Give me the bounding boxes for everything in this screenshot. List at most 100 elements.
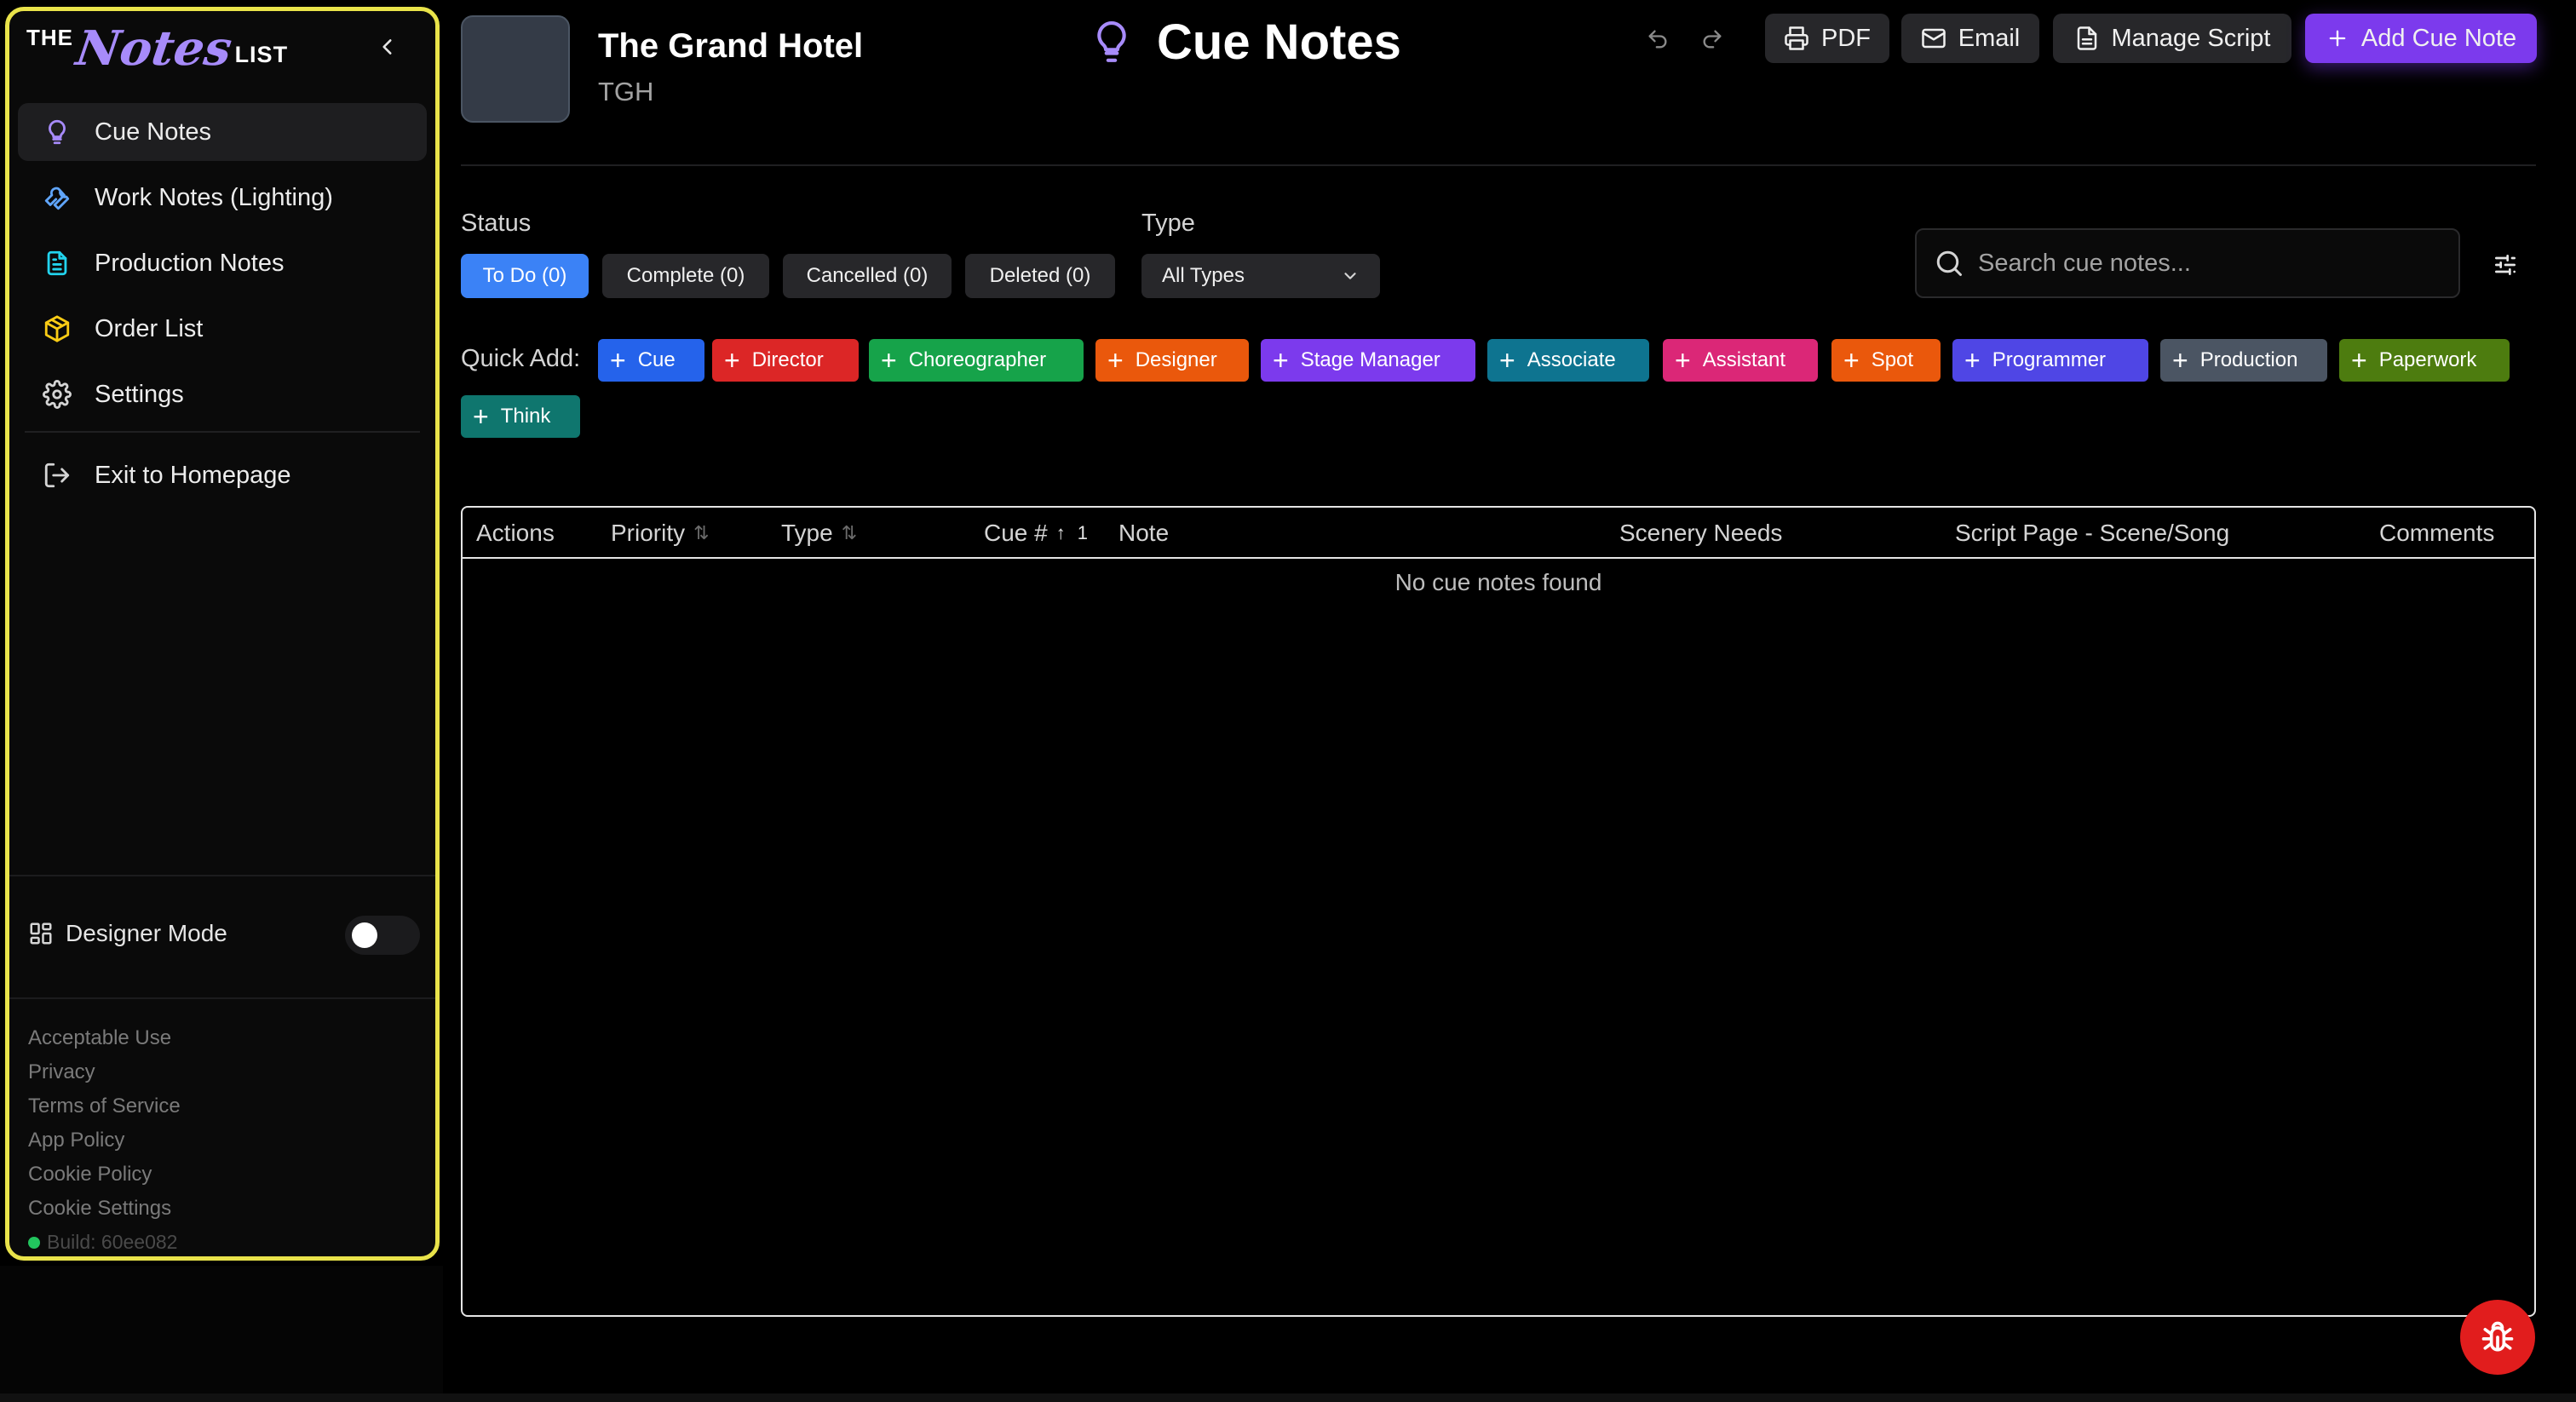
sidebar-item-production-notes[interactable]: Production Notes [18,234,427,292]
quick-add-label: Director [751,348,824,371]
app-logo[interactable]: THE Notes LIST [26,16,288,81]
footer-link-acceptable-use[interactable]: Acceptable Use [28,1021,181,1055]
column-label: Actions [476,520,555,546]
quick-add-label: Spot [1871,348,1914,371]
sidebar-divider [9,875,435,876]
plus-icon: + [473,401,489,432]
quick-add-paperwork-button[interactable]: + Paperwork [2339,339,2510,382]
show-thumbnail[interactable] [461,15,570,123]
add-cue-note-label: Add Cue Note [2360,24,2517,52]
quick-add-director-button[interactable]: + Director [712,339,859,382]
quick-add-label: Stage Manager [1300,348,1440,371]
document-icon [40,246,74,280]
status-filter-complete[interactable]: Complete (0) [602,254,769,298]
exit-label: Exit to Homepage [95,461,291,489]
column-note: Note [1118,520,1169,547]
mail-icon [1921,28,1946,49]
quick-add-choreographer-button[interactable]: + Choreographer [869,339,1084,382]
sidebar-item-order-list[interactable]: Order List [18,300,427,358]
sidebar-item-cue-notes[interactable]: Cue Notes [18,103,427,161]
column-priority[interactable]: Priority ⇅ [611,520,710,547]
quick-add-programmer-button[interactable]: + Programmer [1952,339,2148,382]
email-button[interactable]: Email [1901,14,2039,63]
report-bug-button[interactable] [2460,1300,2535,1375]
footer-link-app-policy[interactable]: App Policy [28,1123,181,1158]
type-filter-value: All Types [1162,264,1245,287]
sidebar-bottom [0,1266,443,1402]
sidebar-item-label: Production Notes [95,249,285,277]
column-cue-number[interactable]: Cue # ↑ 1 [984,520,1088,547]
undo-icon [1648,30,1667,49]
sidebar-item-label: Cue Notes [95,118,212,146]
status-filter-todo[interactable]: To Do (0) [461,254,589,298]
plus-icon: + [881,345,897,376]
redo-button[interactable] [1693,22,1731,56]
plus-icon: + [1675,345,1691,376]
pdf-label: PDF [1821,24,1871,52]
empty-state: No cue notes found [1394,569,1602,595]
quick-add-assistant-button[interactable]: + Assistant [1663,339,1818,382]
quick-add-label: Production [2199,348,2298,371]
sort-icon: ⇅ [693,522,710,543]
window-bottom-edge [0,1393,2576,1402]
quick-add-production-button[interactable]: + Production [2160,339,2327,382]
sidebar-item-label: Settings [95,380,184,408]
footer-link-terms[interactable]: Terms of Service [28,1089,181,1123]
plus-icon: + [2172,345,2188,376]
quick-add-associate-button[interactable]: + Associate [1487,339,1649,382]
layout-grid-icon [30,922,52,945]
footer-links: Acceptable Use Privacy Terms of Service … [28,1021,181,1226]
quick-add-label: Cue [637,348,676,371]
table-header: Actions Priority ⇅ Type ⇅ Cue # ↑ 1 Note Sce… [463,508,2534,559]
sidebar-item-work-notes[interactable]: Work Notes (Lighting) [18,169,427,227]
sidebar-nav: Cue Notes Work Notes (Lighting) Producti… [18,103,427,512]
column-type[interactable]: Type ⇅ [781,520,857,547]
show-abbreviation: TGH [598,77,654,106]
manage-script-label: Manage Script [2111,24,2271,52]
designer-mode-label: Designer Mode [66,920,227,946]
header-divider [461,164,2536,166]
quick-add-label: Designer [1135,348,1217,371]
status-filter-deleted[interactable]: Deleted (0) [965,254,1115,298]
column-label: Cue # [984,520,1048,546]
logo-the: THE [26,25,73,50]
footer-link-privacy[interactable]: Privacy [28,1055,181,1089]
column-label: Comments [2379,520,2495,546]
sidebar-item-label: Work Notes (Lighting) [95,183,333,211]
undo-button[interactable] [1639,22,1676,56]
quick-add-designer-button[interactable]: + Designer [1095,339,1249,382]
sidebar-item-settings[interactable]: Settings [18,365,427,423]
column-label: Scenery Needs [1619,520,1783,546]
status-filter-cancelled[interactable]: Cancelled (0) [783,254,952,298]
type-filter-select[interactable]: All Types [1141,254,1380,298]
column-label: Priority [611,520,686,546]
type-filter-label: Type [1141,210,1195,237]
quick-add-think-button[interactable]: + Think [461,395,580,438]
chevron-down-icon [1344,273,1356,279]
exit-to-homepage-link[interactable]: Exit to Homepage [18,446,427,504]
collapse-sidebar-button[interactable] [371,30,405,64]
column-label: Script Page - Scene/Song [1955,520,2230,546]
quick-add-spot-button[interactable]: + Spot [1831,339,1941,382]
quick-add-cue-button[interactable]: + Cue [598,339,704,382]
designer-mode-toggle[interactable] [345,916,420,955]
wrench-icon [40,181,74,215]
page-title: Cue Notes [1157,14,1401,70]
status-dot-icon [28,1236,40,1249]
add-cue-note-button[interactable]: Add Cue Note [2305,14,2537,63]
build-info: Build: 60ee082 [28,1231,177,1254]
search-input[interactable] [1978,249,2455,278]
manage-script-button[interactable]: Manage Script [2053,14,2291,63]
filter-settings-button[interactable] [2486,245,2525,284]
column-actions: Actions [476,520,555,547]
footer-link-cookie-policy[interactable]: Cookie Policy [28,1158,181,1192]
lightbulb-icon [40,115,74,149]
show-title: The Grand Hotel [598,27,864,65]
chevron-left-icon [382,39,392,55]
pdf-button[interactable]: PDF [1765,14,1889,63]
sort-order-badge: 1 [1077,522,1088,543]
footer-link-cookie-settings[interactable]: Cookie Settings [28,1192,181,1226]
logo-list: LIST [234,41,289,67]
quick-add-stage-manager-button[interactable]: + Stage Manager [1261,339,1475,382]
sort-ascending-icon: ↑ [1055,522,1066,543]
